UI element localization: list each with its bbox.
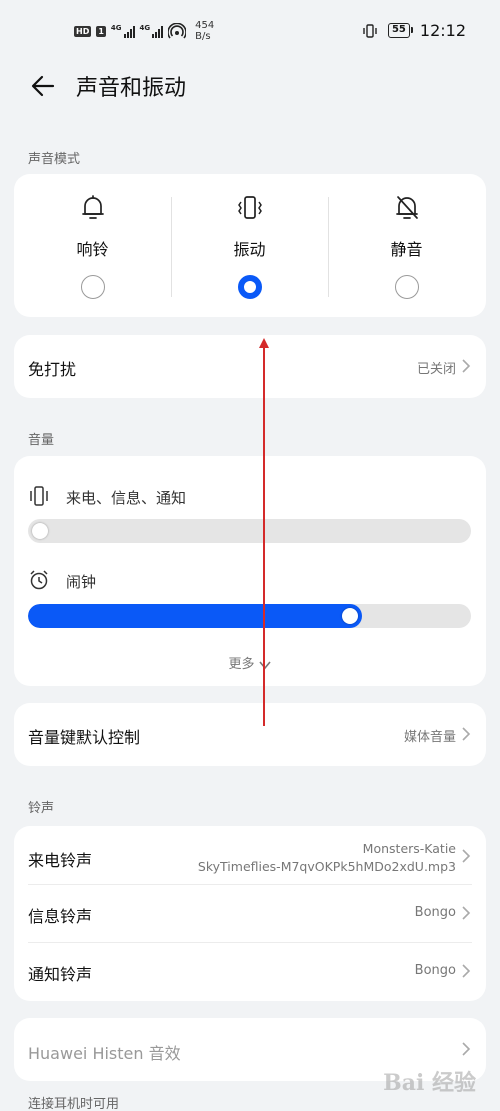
- speed-unit: B/s: [195, 31, 211, 42]
- chevron-right-icon: [462, 359, 471, 373]
- ringtones-section-label: 铃声: [28, 801, 55, 816]
- call-ringtone-row[interactable]: 来电铃声 Monsters-Katie SkyTimeflies-M7qvOKP…: [14, 826, 486, 884]
- more-label: 更多: [228, 657, 255, 672]
- bell-off-icon: [328, 194, 485, 224]
- message-ringtone-row[interactable]: 信息铃声 Bongo: [14, 885, 486, 942]
- mode-option-silent[interactable]: 静音: [328, 174, 485, 317]
- chevron-right-icon: [462, 1042, 471, 1056]
- mode-option-vibrate[interactable]: 振动: [171, 174, 328, 317]
- message-ringtone-label: 信息铃声: [28, 907, 93, 926]
- mode-label-silent: 静音: [390, 240, 423, 259]
- status-right: 55 12:12: [362, 21, 466, 40]
- wifi-hotspot-icon: [168, 23, 187, 39]
- back-arrow-icon[interactable]: [28, 71, 58, 101]
- battery-icon: 55: [387, 23, 413, 38]
- dnd-row[interactable]: 免打扰 已关闭: [14, 335, 486, 398]
- call-ringtone-value-line1: Monsters-Katie: [362, 841, 456, 856]
- more-button[interactable]: 更多: [14, 653, 486, 672]
- radio-ring[interactable]: [80, 275, 105, 299]
- radio-vibrate[interactable]: [237, 275, 262, 299]
- chevron-right-icon: [462, 849, 471, 863]
- ringer-volume-label: 来电、信息、通知: [66, 489, 187, 507]
- watermark-logo: Bai 经验: [383, 1070, 476, 1096]
- chevron-right-icon: [462, 906, 471, 920]
- volume-key-row[interactable]: 音量键默认控制 媒体音量: [14, 703, 486, 766]
- ringtones-card: 来电铃声 Monsters-Katie SkyTimeflies-M7qvOKP…: [14, 826, 486, 1001]
- hd-badge: HD: [74, 25, 92, 37]
- vibrate-mode-icon: [363, 23, 377, 38]
- volume-card: 来电、信息、通知 闹钟 更多: [14, 456, 486, 686]
- call-ringtone-value-line2: SkyTimeflies-M7qvOKPk5hMDo2xdU.mp3: [197, 859, 456, 874]
- ringer-volume-slider[interactable]: [28, 519, 471, 543]
- page-title: 声音和振动: [76, 76, 187, 101]
- alarm-volume-fill: [28, 604, 363, 628]
- speed-value: 454: [195, 20, 215, 31]
- vibrate-icon: [30, 486, 48, 506]
- chevron-right-icon: [462, 727, 471, 741]
- dnd-value: 已关闭: [416, 362, 456, 377]
- volume-key-label: 音量键默认控制: [28, 728, 141, 747]
- dnd-label: 免打扰: [28, 360, 77, 379]
- status-time: 12:12: [419, 21, 466, 40]
- volume-key-value: 媒体音量: [403, 730, 456, 745]
- sound-mode-card: 响铃 振动 静音: [14, 174, 486, 317]
- mode-option-ring[interactable]: 响铃: [14, 174, 171, 317]
- radio-silent[interactable]: [394, 275, 419, 299]
- ringer-volume-knob[interactable]: [32, 523, 48, 539]
- alarm-volume-knob[interactable]: [342, 608, 359, 624]
- status-bar: HD 1 4G 4G 454 B/s 55 12:12: [0, 0, 500, 60]
- signal-icon: 4G: [140, 24, 164, 38]
- status-left: HD 1 4G 4G 454 B/s: [74, 20, 214, 42]
- signal-label: 4G: [110, 24, 122, 32]
- volume-section-label: 音量: [28, 433, 55, 448]
- bell-icon: [14, 194, 171, 224]
- headphones-section-label: 连接耳机时可用: [28, 1097, 120, 1111]
- vibrate-icon: [171, 194, 328, 224]
- notification-ringtone-value: Bongo: [414, 963, 456, 978]
- alarm-volume-slider[interactable]: [28, 604, 471, 628]
- signal-label: 4G: [139, 24, 151, 32]
- network-speed: 454 B/s: [195, 20, 214, 42]
- call-ringtone-value: Monsters-Katie SkyTimeflies-M7qvOKPk5hMD…: [198, 840, 456, 876]
- sound-mode-section-label: 声音模式: [28, 152, 81, 167]
- mode-label-vibrate: 振动: [233, 240, 266, 259]
- alarm-volume-label: 闹钟: [66, 573, 97, 591]
- chevron-right-icon: [462, 964, 471, 978]
- message-ringtone-value: Bongo: [414, 905, 456, 920]
- annotation-arrow: [259, 338, 269, 726]
- histen-label: Huawei Histen 音效: [28, 1044, 181, 1063]
- signal-icon: 4G: [111, 24, 135, 38]
- mode-label-ring: 响铃: [76, 240, 109, 259]
- alarm-clock-icon: [30, 570, 48, 590]
- page-header: 声音和振动: [0, 62, 500, 112]
- notification-ringtone-row[interactable]: 通知铃声 Bongo: [14, 943, 486, 1001]
- notification-ringtone-label: 通知铃声: [28, 965, 93, 984]
- call-ringtone-label: 来电铃声: [28, 851, 93, 870]
- hd-sim-number: 1: [96, 25, 106, 37]
